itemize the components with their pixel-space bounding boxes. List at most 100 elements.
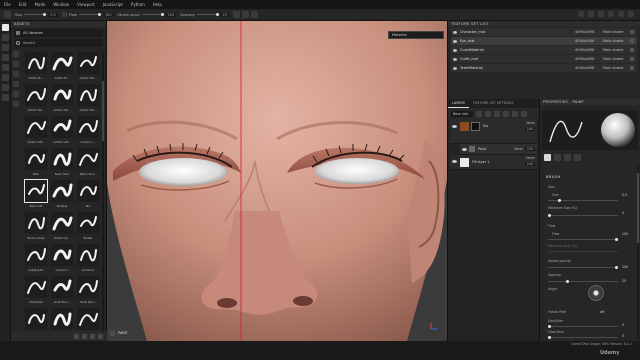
texture-set-shader[interactable]: Main shader (603, 48, 624, 52)
material-tab-icon[interactable] (554, 153, 561, 161)
alphas-filter-icon[interactable] (13, 81, 19, 87)
layer-blend-mode[interactable]: Norm (526, 156, 535, 160)
size-jitter-value[interactable]: 0 (622, 323, 624, 327)
add-paint-layer-icon[interactable] (512, 110, 518, 117)
flow-slider[interactable] (79, 13, 102, 16)
texture-set-row[interactable]: Character_mat 4096x4096 Main shader (451, 28, 637, 36)
texture-set-row[interactable]: Outfit_mat 4096x4096 Main shader (451, 55, 637, 63)
display-settings-icon[interactable] (588, 11, 594, 17)
brush-tool-icon[interactable] (4, 11, 11, 18)
layer-row[interactable]: Paint Norm 100 (460, 144, 537, 155)
flow-jitter-value[interactable]: 0 (622, 334, 624, 338)
clone-tool-icon[interactable] (1, 74, 9, 81)
menu-window[interactable]: Window (53, 2, 69, 7)
brush-preset[interactable]: Autumn L... (76, 115, 100, 145)
brush-preset[interactable]: Bubbles (50, 179, 74, 209)
brush-preset[interactable]: Basic Soft (24, 179, 48, 209)
brush-preset[interactable]: Cement 2 (76, 243, 100, 273)
projection-tool-icon[interactable] (1, 44, 9, 51)
menu-javascript[interactable]: JavaScript (103, 2, 123, 7)
menu-mode[interactable]: Mode (34, 2, 45, 7)
view-list-icon[interactable] (90, 333, 95, 339)
stroke-opacity-value[interactable]: 100 (622, 265, 628, 269)
stencil-tab-icon[interactable] (574, 153, 581, 161)
assets-scrollbar[interactable] (102, 51, 104, 347)
add-effect-icon[interactable] (476, 110, 482, 117)
brush-preset[interactable]: Bur (76, 179, 100, 209)
library-selector[interactable]: All libraries (14, 29, 103, 37)
texture-set-shader[interactable]: Main shader (603, 66, 624, 70)
camera-icon[interactable] (578, 11, 584, 17)
brush-preset[interactable]: Chalk Bold (24, 275, 48, 305)
polygon-fill-tool-icon[interactable] (1, 54, 9, 61)
zoom-thumbs-icon[interactable] (98, 333, 103, 339)
paint-tool-icon[interactable] (1, 24, 9, 31)
share-icon[interactable] (628, 11, 634, 17)
brush-preset[interactable]: Artistic Hai... (24, 83, 48, 113)
screenshot-icon[interactable] (598, 11, 604, 17)
brush-preset[interactable]: Artistic Hai... (76, 83, 100, 113)
brush-preset[interactable]: Artistic Br... (50, 51, 74, 81)
angle-icon[interactable] (250, 11, 258, 18)
materials-filter-icon[interactable] (13, 61, 19, 67)
spacing-value[interactable]: 25 (622, 279, 626, 283)
delete-layer-icon[interactable] (521, 110, 527, 117)
brush-preset[interactable]: Bullet Imp... (50, 211, 74, 241)
brush-preset[interactable]: Artistic Hai... (50, 83, 74, 113)
menu-python[interactable]: Python (131, 2, 145, 7)
visibility-eye-icon[interactable] (453, 57, 457, 61)
stroke-opacity-slider[interactable] (548, 266, 618, 269)
properties-scrollbar[interactable] (637, 165, 639, 339)
menu-viewport[interactable]: Viewport (77, 2, 95, 7)
texture-set-options-icon[interactable] (630, 66, 634, 70)
add-fill-layer-icon[interactable] (503, 110, 509, 117)
min-flow-slider[interactable] (548, 251, 618, 252)
material-mode-dropdown[interactable]: Material (388, 31, 444, 39)
size-slider[interactable] (24, 13, 47, 16)
textures-filter-icon[interactable] (13, 91, 19, 97)
channel-select[interactable]: Base colo (451, 110, 473, 117)
layer-opacity[interactable]: 100 (524, 127, 535, 131)
texture-set-options-icon[interactable] (630, 57, 634, 61)
min-size-slider[interactable] (548, 214, 618, 217)
layer-blend-mode[interactable]: Norm (514, 147, 523, 151)
add-mask-icon[interactable] (485, 110, 491, 117)
smudge-tool-icon[interactable] (1, 64, 9, 71)
eraser-tool-icon[interactable] (1, 34, 9, 41)
brush-preset[interactable]: Artistic Soft... (50, 115, 74, 145)
layer-row[interactable]: Iris Norm 100 (450, 119, 537, 144)
angle-dial[interactable] (588, 285, 604, 301)
brush-preset[interactable]: Calligraphic (24, 243, 48, 273)
size-value[interactable]: 0.5 (622, 193, 627, 197)
brush-preset[interactable]: Basic Hard (50, 147, 74, 177)
new-folder-icon[interactable] (82, 333, 87, 339)
menu-file[interactable]: File (4, 2, 11, 7)
brush-preset[interactable]: Bullets (76, 211, 100, 241)
visibility-eye-icon[interactable] (452, 160, 457, 163)
layer-blend-mode[interactable]: Norm (526, 121, 535, 125)
flow-slider[interactable] (548, 238, 618, 241)
brush-preset[interactable]: Artistic Hai... (76, 51, 100, 81)
flow-value[interactable]: 100 (622, 232, 628, 236)
texture-set-row[interactable]: GumsMaterial 4096x4096 Main shader (451, 46, 637, 54)
visibility-eye-icon[interactable] (462, 148, 467, 151)
tab-texture-set-settings[interactable]: TEXTURE SET SETTINGS (469, 99, 518, 108)
stroke-opacity-value[interactable]: 100 (165, 12, 177, 17)
menu-help[interactable]: Help (153, 2, 162, 7)
brush-preset[interactable]: Artistic Soft... (24, 115, 48, 145)
visibility-eye-icon[interactable] (453, 39, 457, 43)
flow-value[interactable]: 100 (103, 12, 114, 17)
visibility-eye-icon[interactable] (453, 30, 457, 34)
layer-opacity[interactable]: 100 (524, 162, 535, 166)
size-value[interactable]: 0.5 (48, 12, 58, 17)
visibility-eye-icon[interactable] (452, 125, 457, 128)
stroke-opacity-slider[interactable] (141, 13, 164, 16)
assets-search-field[interactable]: Search (14, 39, 103, 47)
smart-materials-filter-icon[interactable] (13, 71, 19, 77)
brush-section-header[interactable]: BRUSH (546, 175, 561, 179)
lazy-mouse-icon[interactable] (241, 11, 249, 18)
tab-layers[interactable]: LAYERS (448, 99, 469, 108)
size-jitter-slider[interactable] (548, 325, 618, 328)
brush-preset[interactable]: Artistic Br... (24, 51, 48, 81)
texture-set-row[interactable]: TeethMaterial 4096x4096 Main shader (451, 64, 637, 72)
